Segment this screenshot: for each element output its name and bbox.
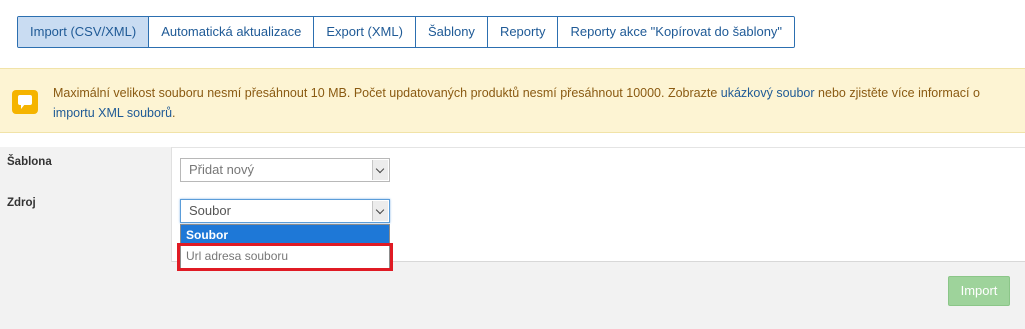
- template-select[interactable]: Přidat nový: [180, 158, 390, 182]
- tab-bar: Import (CSV/XML) Automatická aktualizace…: [17, 16, 796, 48]
- source-select-value: Soubor: [189, 203, 231, 218]
- notice-text-part2: nebo zjistěte více informací o: [814, 86, 980, 100]
- label-column: Šablona Zdroj: [0, 147, 172, 262]
- tab-reports[interactable]: Reporty: [487, 17, 559, 47]
- import-form: Šablona Zdroj: [0, 147, 1025, 262]
- xml-import-info-link[interactable]: importu XML souborů: [53, 106, 172, 120]
- chevron-down-icon[interactable]: [372, 201, 388, 221]
- template-select-value: Přidat nový: [189, 162, 255, 177]
- import-button[interactable]: Import: [948, 276, 1010, 306]
- tab-import[interactable]: Import (CSV/XML): [18, 17, 150, 47]
- notice-text: Maximální velikost souboru nesmí přesáhn…: [53, 83, 1003, 123]
- tab-templates[interactable]: Šablony: [415, 17, 488, 47]
- notice-text-part3: .: [172, 106, 176, 120]
- source-label: Zdroj: [7, 197, 36, 209]
- info-notice: Maximální velikost souboru nesmí přesáhn…: [0, 68, 1025, 133]
- tab-copy-to-template-reports[interactable]: Reporty akce "Kopírovat do šablony": [558, 17, 795, 47]
- highlight-box: [177, 243, 393, 271]
- form-footer: [0, 262, 1025, 329]
- sample-file-link[interactable]: ukázkový soubor: [721, 86, 815, 100]
- tab-export[interactable]: Export (XML): [314, 17, 416, 47]
- template-label: Šablona: [7, 156, 52, 168]
- tab-automatic-update[interactable]: Automatická aktualizace: [149, 17, 315, 47]
- notice-text-part1: Maximální velikost souboru nesmí přesáhn…: [53, 86, 721, 100]
- message-icon: [12, 90, 38, 114]
- chevron-down-icon[interactable]: [372, 160, 388, 180]
- source-select[interactable]: Soubor: [180, 199, 390, 223]
